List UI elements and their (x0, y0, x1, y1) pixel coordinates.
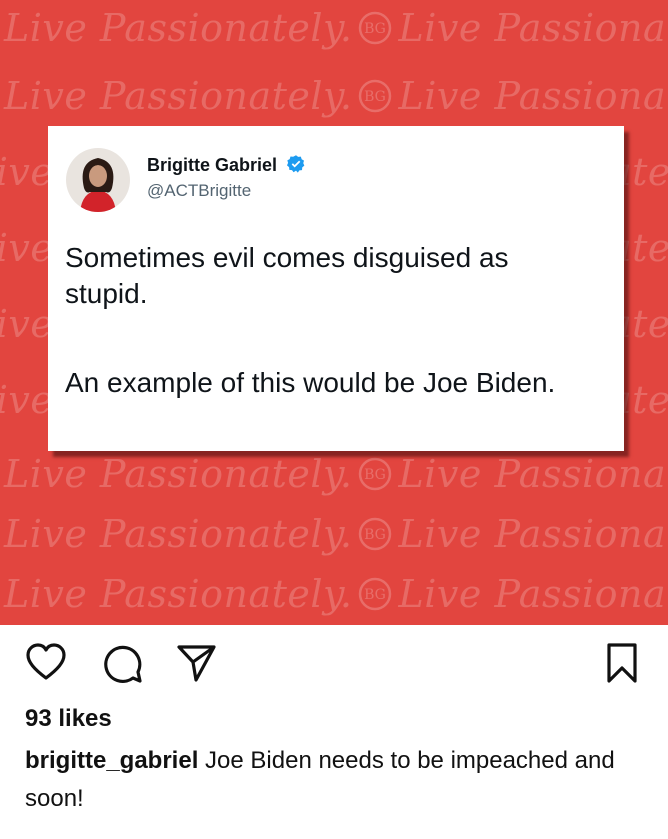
like-button[interactable] (24, 641, 68, 685)
author-avatar (66, 148, 130, 212)
watermark-item: Live Passionately. BG (4, 512, 393, 556)
watermark-item: Live Passionately. BG (4, 6, 393, 50)
tweet-screenshot-card: Brigitte Gabriel @ACTBrigitte Sometimes … (48, 126, 624, 451)
svg-text:BG: BG (364, 89, 386, 105)
watermark-text: Live Passionately. (4, 572, 353, 616)
svg-text:BG: BG (364, 587, 386, 603)
post-caption: brigitte_gabriel Joe Biden needs to be i… (25, 742, 645, 818)
watermark-row: Live Passionately.BGLive Passionately.BG (4, 512, 668, 572)
heart-icon (26, 643, 66, 680)
watermark-row: Live Passionately.BGLive Passionately.BG (4, 6, 668, 66)
watermark-text: Live Passionately. (4, 6, 353, 50)
svg-text:BG: BG (364, 21, 386, 37)
watermark-item: Live Passionately. BG (4, 572, 393, 616)
author-handle: @ACTBrigitte (147, 181, 252, 200)
watermark-seal-icon: BG (358, 79, 391, 113)
watermark-text: Live Passionately. (398, 6, 668, 50)
post-action-bar (0, 625, 668, 700)
tweet-text-paragraph-2: An example of this would be Joe Biden. (65, 367, 556, 398)
watermark-item: Live Passionately.BG (399, 74, 668, 118)
watermark-text: Live Passionately. (4, 512, 353, 556)
author-name: Brigitte Gabriel (147, 154, 306, 176)
watermark-text: Live Passionately. (398, 452, 668, 496)
verified-badge-icon (287, 155, 305, 173)
svg-text:BG: BG (364, 467, 386, 483)
send-icon (177, 645, 216, 682)
share-button[interactable] (174, 641, 218, 685)
bookmark-icon (607, 643, 637, 683)
watermark-item: Live Passionately.BG (399, 452, 668, 496)
watermark-item: Live Passionately.BG (399, 572, 668, 616)
watermark-text: Live Passionately. (4, 452, 353, 496)
watermark-seal-icon: BG (358, 577, 391, 611)
caption-username[interactable]: brigitte_gabriel (25, 747, 198, 774)
watermark-item: Live Passionately. BG (4, 74, 393, 118)
watermark-text: Live Passionately. (398, 572, 668, 616)
save-button[interactable] (600, 641, 644, 685)
svg-text:BG: BG (364, 527, 386, 543)
likes-count[interactable]: 93 likes (25, 705, 112, 733)
watermark-text: Live Passionately. (4, 74, 353, 118)
watermark-seal-icon: BG (358, 517, 391, 551)
tweet-text-paragraph-1: Sometimes evil comes disguised as stupid… (65, 242, 509, 309)
watermark-item: Live Passionately.BG (399, 512, 668, 556)
watermark-item: Live Passionately. BG (4, 452, 393, 496)
author-name-text: Brigitte Gabriel (147, 155, 278, 175)
watermark-row: Live Passionately.BGLive Passionately.BG (4, 452, 668, 512)
comment-icon (104, 645, 142, 683)
post-image: Live Passionately. BG Live Passionately. BG… (0, 0, 668, 625)
watermark-seal-icon: BG (358, 457, 391, 491)
watermark-text: Live Passionately. (398, 74, 668, 118)
watermark-item: Live Passionately.BG (399, 6, 668, 50)
watermark-row: Live Passionately.BGLive Passionately.BG (4, 572, 668, 625)
watermark-row: Live Passionately.BGLive Passionately.BG (4, 74, 668, 134)
watermark-text: Live Passionately. (398, 512, 668, 556)
watermark-seal-icon: BG (358, 11, 391, 45)
comment-button[interactable] (100, 641, 144, 685)
